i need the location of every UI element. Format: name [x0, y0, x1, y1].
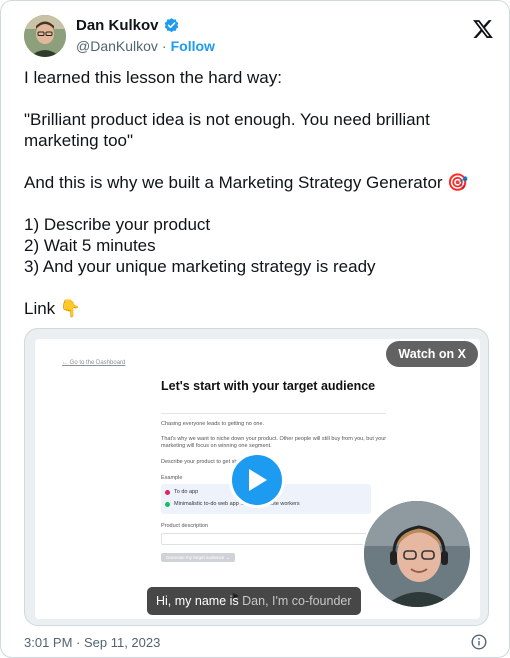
handle-separator: ·: [161, 38, 167, 54]
tweet-line: Link 👇: [24, 299, 82, 318]
subtitle-upcoming: Dan, I'm co-founder: [242, 594, 352, 608]
back-to-dashboard-link: ← Go to the Dashboard: [62, 360, 126, 366]
tweet-header: Dan Kulkov @DanKulkov · Follow: [24, 15, 494, 59]
video-subtitle: Hi, my name is Dan, I'm co-founder: [147, 587, 361, 615]
subtitle-spoken: Hi, my name is: [156, 594, 239, 608]
screen-divider: [161, 413, 386, 414]
tweet-line: And this is why we built a Marketing Str…: [24, 173, 469, 192]
verified-badge-icon: [163, 17, 180, 34]
screen-title: Let's start with your target audience: [161, 379, 376, 393]
author-handle-row: @DanKulkov · Follow: [76, 38, 215, 54]
tweet-line: 2) Wait 5 minutes: [24, 236, 156, 255]
generate-button: Generate my target audience →: [161, 553, 235, 562]
check-icon: [165, 501, 170, 507]
tweet-card: Dan Kulkov @DanKulkov · Follow I learned…: [0, 0, 510, 658]
x-logo-icon[interactable]: [472, 18, 494, 40]
field-label: Product description: [161, 523, 209, 529]
example-good-row: Minimalistic to-do web app ... us for re…: [165, 501, 300, 507]
info-icon[interactable]: [471, 634, 487, 650]
screen-intro: Chasing everyone leads to getting no one…: [161, 421, 265, 427]
watch-on-x-button[interactable]: Watch on X: [386, 341, 478, 367]
tweet-line: 1) Describe your product: [24, 215, 211, 234]
tweet-line: 3) And your unique marketing strategy is…: [24, 257, 376, 276]
play-button[interactable]: [229, 452, 285, 508]
follow-button[interactable]: Follow: [171, 38, 215, 54]
video-player[interactable]: ← Go to the Dashboard Let's start with y…: [24, 328, 489, 626]
tweet-line: "Brilliant product idea is not enough. Y…: [24, 110, 430, 150]
tweet-timestamp[interactable]: 3:01 PM · Sep 11, 2023: [24, 635, 160, 650]
presenter-facecam: [362, 499, 472, 609]
author-avatar[interactable]: [24, 15, 66, 57]
example-bad-row: To do app: [165, 489, 198, 495]
tweet-text: I learned this lesson the hard way: "Bri…: [24, 67, 489, 319]
cross-icon: [165, 489, 170, 495]
play-icon: [249, 469, 267, 491]
screen-paragraph: That's why we want to niche down your pr…: [161, 436, 387, 449]
author-name[interactable]: Dan Kulkov: [76, 17, 159, 34]
product-description-input: [161, 533, 371, 545]
tweet-line: I learned this lesson the hard way:: [24, 68, 282, 87]
example-good-text: Minimalistic to-do web app ... us for re…: [174, 501, 300, 507]
example-bad-text: To do app: [174, 489, 199, 495]
author-handle[interactable]: @DanKulkov: [76, 38, 158, 54]
author-name-row: Dan Kulkov: [76, 17, 180, 34]
